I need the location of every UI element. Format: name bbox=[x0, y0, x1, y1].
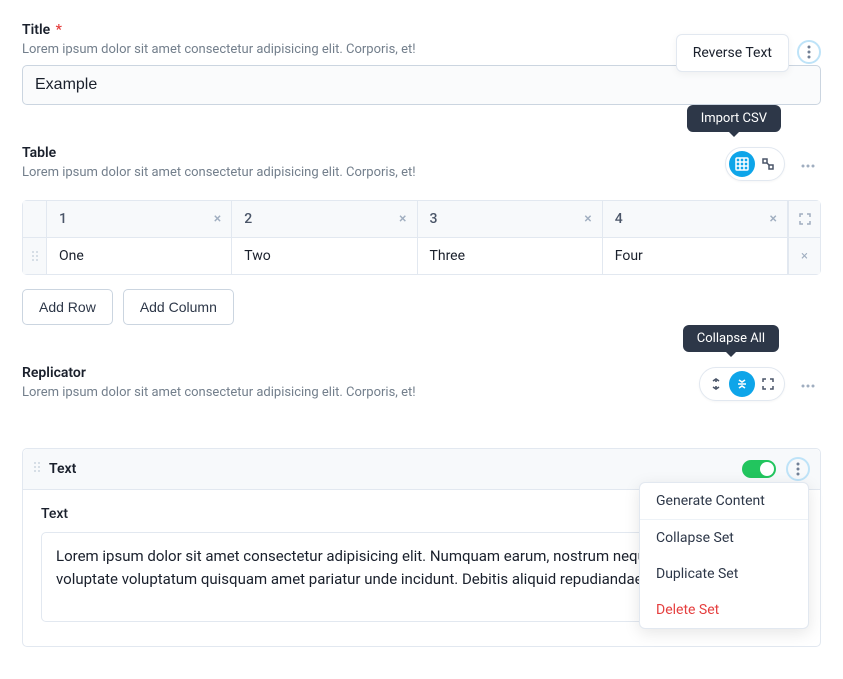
add-row-button[interactable]: Add Row bbox=[22, 289, 113, 325]
table-cell[interactable]: Three bbox=[418, 238, 603, 274]
expand-all-button[interactable] bbox=[703, 371, 729, 397]
menu-collapse-set[interactable]: Collapse Set bbox=[640, 520, 808, 556]
remove-column-icon[interactable]: × bbox=[214, 211, 221, 227]
reverse-text-popover[interactable]: Reverse Text bbox=[676, 34, 789, 72]
table-header-row: 1× 2× 3× 4× bbox=[23, 201, 820, 238]
menu-duplicate-set[interactable]: Duplicate Set bbox=[640, 556, 808, 592]
table-actions: Add Row Add Column bbox=[22, 289, 821, 325]
replicator-set-wrap: Text Text Generate Content Collapse Set … bbox=[22, 448, 821, 647]
table-cell[interactable]: One bbox=[47, 238, 232, 274]
set-drag-handle[interactable] bbox=[33, 461, 41, 477]
table-row: One Two Three Four × bbox=[23, 238, 820, 274]
title-label-text: Title bbox=[22, 22, 50, 38]
fullscreen-icon bbox=[762, 378, 774, 390]
expand-vertical-icon bbox=[710, 378, 722, 390]
vertical-dots-icon bbox=[807, 45, 811, 59]
table-header-cell[interactable]: 1× bbox=[47, 201, 232, 237]
remove-column-icon[interactable]: × bbox=[584, 211, 591, 227]
required-asterisk: * bbox=[56, 22, 62, 38]
table-header-cell[interactable]: 2× bbox=[232, 201, 417, 237]
menu-generate-content[interactable]: Generate Content bbox=[640, 483, 808, 520]
table-header-cell[interactable]: 4× bbox=[603, 201, 788, 237]
replicator-toolbar: Collapse All bbox=[699, 367, 821, 401]
replicator-more-button[interactable] bbox=[795, 373, 821, 396]
replicator-label: Replicator bbox=[22, 365, 699, 381]
collapse-all-button[interactable] bbox=[729, 371, 755, 397]
replicator-fullscreen-button[interactable] bbox=[755, 371, 781, 397]
replicator-description: Lorem ipsum dolor sit amet consectetur a… bbox=[22, 385, 699, 400]
table-pill-group bbox=[725, 147, 785, 181]
menu-delete-set[interactable]: Delete Set bbox=[640, 592, 808, 628]
row-drag-handle[interactable] bbox=[23, 238, 47, 274]
import-csv-button[interactable] bbox=[729, 151, 755, 177]
table-cell[interactable]: Two bbox=[232, 238, 417, 274]
horizontal-dots-icon bbox=[801, 384, 815, 388]
import-csv-tooltip: Import CSV bbox=[687, 105, 781, 132]
table-cell[interactable]: Four bbox=[603, 238, 788, 274]
vertical-dots-icon bbox=[796, 462, 800, 476]
set-context-menu: Generate Content Collapse Set Duplicate … bbox=[639, 482, 809, 629]
replicator-field: Replicator Lorem ipsum dolor sit amet co… bbox=[22, 365, 821, 647]
set-more-button[interactable] bbox=[786, 457, 810, 481]
collapse-all-tooltip: Collapse All bbox=[683, 325, 779, 352]
table-fullscreen-button[interactable] bbox=[755, 151, 781, 177]
table-label: Table bbox=[22, 145, 725, 161]
table-description: Lorem ipsum dolor sit amet consectetur a… bbox=[22, 165, 725, 180]
table-header-cell[interactable]: 3× bbox=[418, 201, 603, 237]
collapse-vertical-icon bbox=[736, 378, 748, 390]
grid-icon bbox=[735, 157, 749, 171]
table-field: Table Lorem ipsum dolor sit amet consect… bbox=[22, 145, 821, 325]
set-enabled-toggle[interactable] bbox=[742, 460, 776, 478]
drag-dots-icon bbox=[33, 461, 41, 473]
table-more-button[interactable] bbox=[795, 153, 821, 176]
remove-column-icon[interactable]: × bbox=[399, 211, 406, 227]
expand-icon bbox=[762, 158, 774, 170]
table-toolbar: Import CSV bbox=[725, 147, 821, 181]
table-expand-button[interactable] bbox=[788, 201, 820, 237]
title-field: Title * Lorem ipsum dolor sit amet conse… bbox=[22, 22, 821, 105]
drag-dots-icon bbox=[31, 250, 39, 262]
remove-column-icon[interactable]: × bbox=[770, 211, 777, 227]
set-title: Text bbox=[49, 461, 76, 477]
fullscreen-icon bbox=[799, 213, 811, 225]
horizontal-dots-icon bbox=[801, 164, 815, 168]
remove-row-button[interactable]: × bbox=[788, 238, 820, 274]
replicator-pill-group bbox=[699, 367, 785, 401]
title-more-button[interactable] bbox=[797, 40, 821, 64]
table: 1× 2× 3× 4× One Two Three Four × bbox=[22, 200, 821, 275]
add-column-button[interactable]: Add Column bbox=[123, 289, 234, 325]
table-corner bbox=[23, 201, 47, 237]
